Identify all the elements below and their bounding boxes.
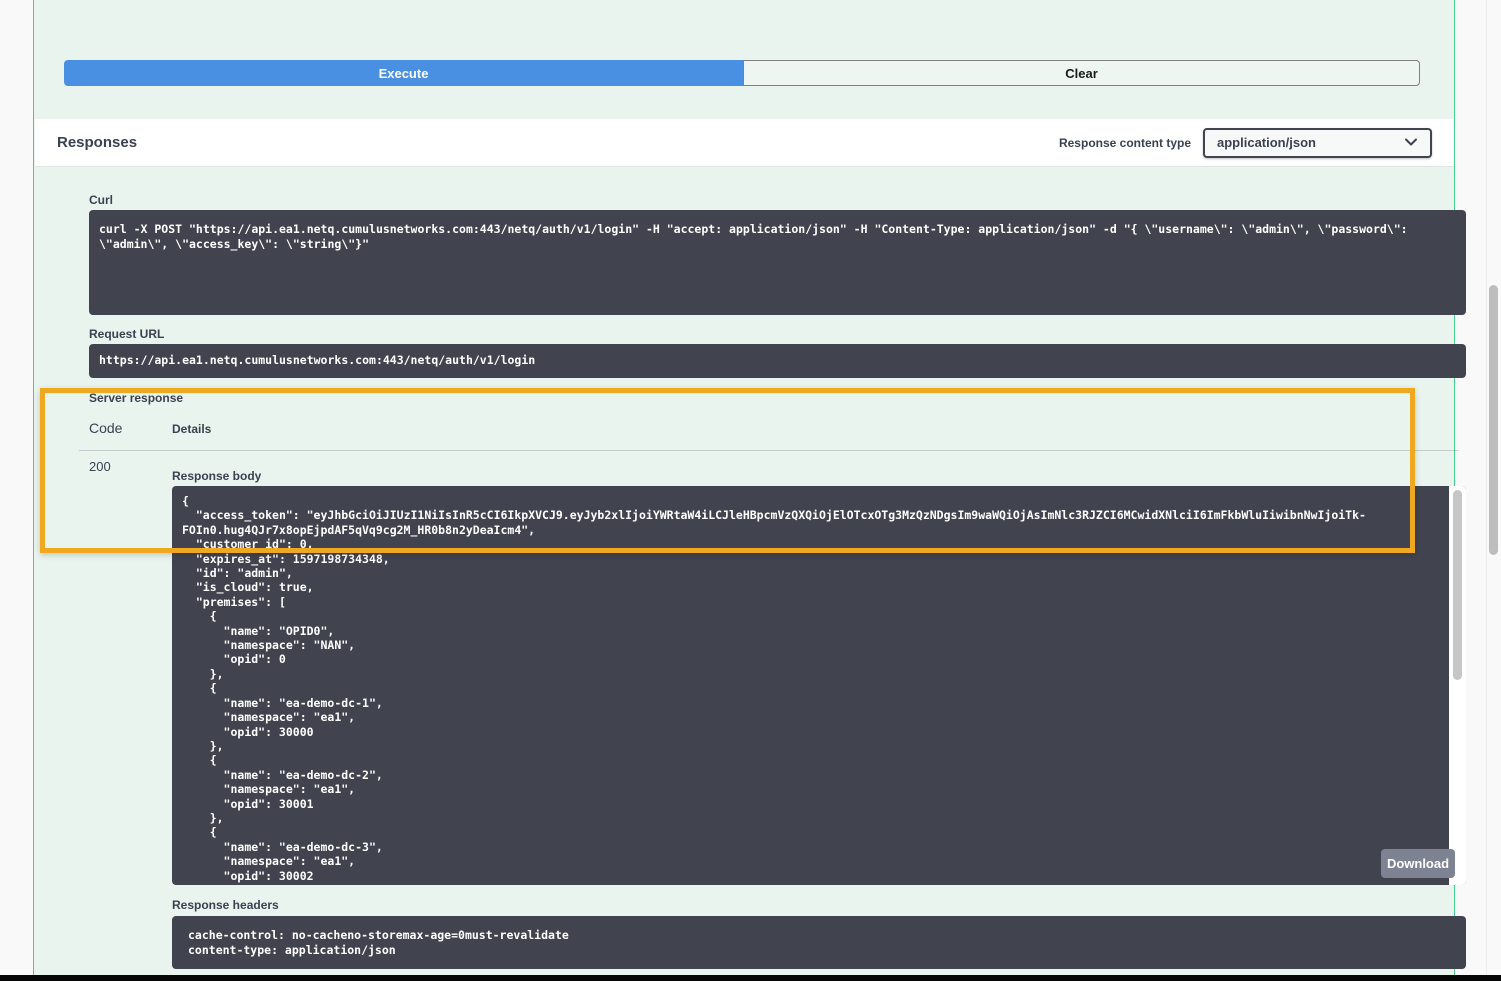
- responses-title: Responses: [57, 134, 137, 151]
- responses-header-band: Responses Response content type applicat…: [35, 119, 1454, 167]
- server-response-title: Server response: [89, 391, 183, 405]
- request-url-label: Request URL: [89, 327, 164, 341]
- code-column-header: Code: [89, 420, 122, 436]
- response-body-json[interactable]: { "access_token": "eyJhbGciOiJIUzI1NiIsI…: [172, 486, 1466, 885]
- response-body-scrollbar[interactable]: [1453, 490, 1462, 680]
- window-bottom-bar: [0, 975, 1501, 981]
- response-content-type-control: Response content type application/json: [1059, 128, 1432, 158]
- response-headers-block: cache-control: no-cacheno-storemax-age=0…: [172, 916, 1466, 969]
- execute-button[interactable]: Execute: [64, 60, 743, 86]
- curl-command-block[interactable]: curl -X POST "https://api.ea1.netq.cumul…: [89, 210, 1466, 315]
- download-button[interactable]: Download: [1381, 849, 1455, 878]
- response-headers-label: Response headers: [172, 898, 279, 912]
- details-column-header: Details: [172, 422, 211, 436]
- action-button-row: Execute Clear: [64, 60, 1422, 86]
- page-scrollbar[interactable]: [1489, 285, 1498, 555]
- response-content-type-select[interactable]: application/json: [1203, 128, 1432, 158]
- request-url-value: https://api.ea1.netq.cumulusnetworks.com…: [89, 344, 1466, 378]
- response-content-type-value: application/json: [1217, 135, 1316, 150]
- curl-label: Curl: [89, 193, 113, 207]
- chevron-down-icon: [1404, 138, 1418, 147]
- swagger-response-page: Execute Clear Responses Response content…: [0, 0, 1501, 981]
- operation-block: Execute Clear Responses Response content…: [33, 0, 1455, 977]
- status-code-badge: 200: [89, 459, 111, 474]
- response-table-divider: [79, 450, 1459, 451]
- response-body-label: Response body: [172, 469, 261, 483]
- clear-button[interactable]: Clear: [743, 60, 1420, 86]
- response-content-type-label: Response content type: [1059, 136, 1191, 150]
